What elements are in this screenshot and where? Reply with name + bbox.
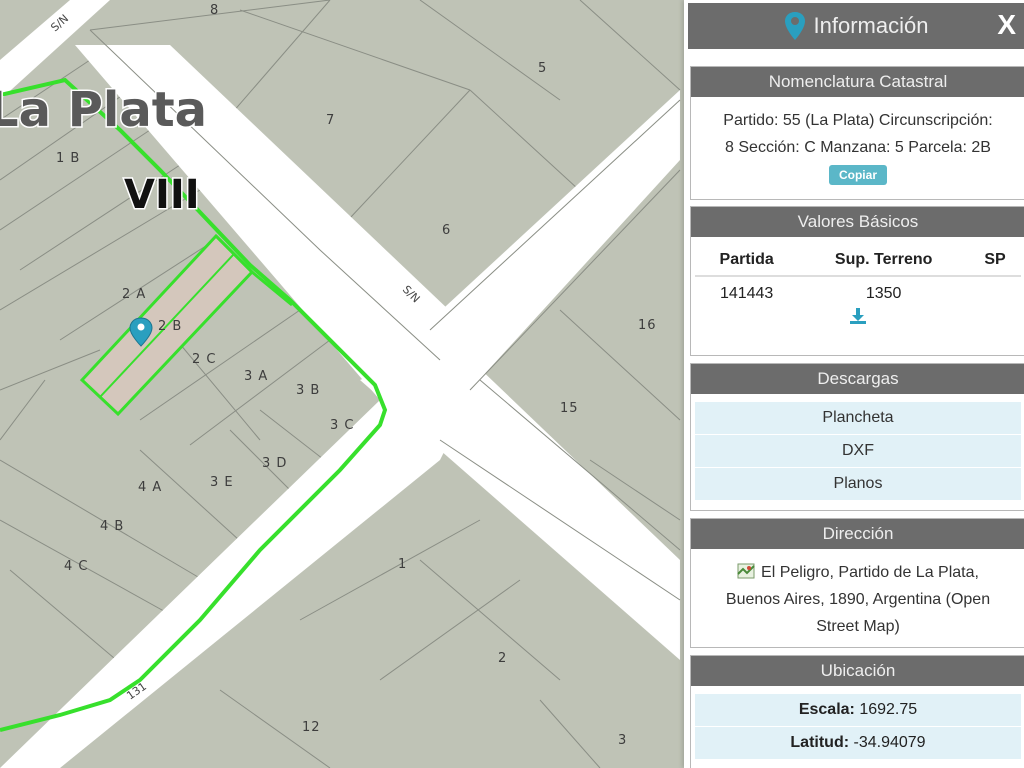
parcel-2[interactable]: 2 [498, 651, 507, 666]
escala-label: Escala: [798, 701, 855, 718]
latitud-row: Latitud: -34.94079 [695, 727, 1021, 760]
cell-sp [969, 276, 1021, 305]
parcel-5[interactable]: 5 [538, 61, 547, 76]
parcel-4a[interactable]: 4 A [138, 480, 162, 495]
parcel-16[interactable]: 16 [638, 318, 657, 333]
download-icon[interactable] [849, 307, 867, 325]
parcel-12[interactable]: 12 [302, 720, 321, 735]
direccion-line-2: Buenos Aires, 1890, Argentina (Open [725, 591, 991, 608]
parcel-1[interactable]: 1 [398, 557, 407, 572]
header-sup-terreno: Sup. Terreno [798, 241, 969, 277]
nomenclatura-line-1: Partido: 55 (La Plata) Circunscripción: [723, 112, 993, 129]
parcel-7[interactable]: 7 [326, 113, 335, 128]
parcel-6[interactable]: 6 [442, 223, 451, 238]
direccion-title: Dirección [691, 519, 1024, 549]
parcel-3a[interactable]: 3 A [244, 369, 268, 384]
latitud-label: Latitud: [790, 734, 850, 751]
parcel-1b[interactable]: 1 B [56, 151, 80, 166]
parcel-3[interactable]: 3 [618, 733, 627, 748]
download-dxf-button[interactable]: DXF [695, 435, 1021, 468]
map-icon[interactable] [737, 562, 755, 580]
copy-button[interactable]: Copiar [828, 165, 887, 185]
parcel-2c[interactable]: 2 C [192, 352, 216, 367]
parcel-3e[interactable]: 3 E [210, 475, 234, 490]
parcel-3d[interactable]: 3 D [262, 456, 287, 471]
panel-header: Información X [688, 3, 1024, 49]
cell-sup-terreno: 1350 [865, 285, 902, 302]
city-label: La Plata [0, 82, 207, 138]
nomenclatura-title: Nomenclatura Catastral [691, 67, 1024, 97]
header-sp: SP [969, 241, 1021, 277]
panel-title: Información [813, 13, 929, 38]
latitud-value: -34.94079 [853, 734, 926, 751]
valores-table: Partida Sup. Terreno SP 141443 1350 [695, 241, 1021, 305]
table-row: 141443 1350 [695, 276, 1021, 305]
circunscripcion-label: VIII [124, 172, 200, 218]
ubicacion-section: Ubicación Escala: 1692.75 Latitud: -34.9… [690, 655, 1024, 768]
valores-basicos-section: Valores Básicos Partida Sup. Terreno SP … [690, 206, 1024, 356]
map-pin-icon [784, 12, 805, 40]
descargas-title: Descargas [691, 364, 1024, 394]
direccion-section: Dirección El Peligro, Partido de La Plat… [690, 518, 1024, 648]
valores-basicos-title: Valores Básicos [691, 207, 1024, 237]
descargas-section: Descargas Plancheta DXF Planos [690, 363, 1024, 511]
parcel-3c[interactable]: 3 C [330, 418, 354, 433]
escala-row: Escala: 1692.75 [695, 694, 1021, 727]
info-panel: Información X Nomenclatura Catastral Par… [684, 0, 1024, 768]
download-plancheta-button[interactable]: Plancheta [695, 402, 1021, 435]
direccion-line-3: Street Map) [816, 618, 900, 635]
ubicacion-title: Ubicación [691, 656, 1024, 686]
parcel-8[interactable]: 8 [210, 3, 219, 18]
parcel-4b[interactable]: 4 B [100, 519, 124, 534]
escala-value: 1692.75 [859, 701, 918, 718]
nomenclatura-section: Nomenclatura Catastral Partido: 55 (La P… [690, 66, 1024, 200]
header-partida: Partida [695, 241, 799, 277]
cell-partida: 141443 [719, 285, 774, 302]
parcel-4c[interactable]: 4 C [64, 559, 88, 574]
close-icon[interactable]: X [997, 9, 1016, 41]
nomenclatura-line-2: 8 Sección: C Manzana: 5 Parcela: 2B [725, 139, 991, 156]
parcel-15[interactable]: 15 [560, 401, 579, 416]
parcel-3b[interactable]: 3 B [296, 383, 320, 398]
parcel-2b[interactable]: 2 B [158, 319, 182, 334]
direccion-line-1: El Peligro, Partido de La Plata, [761, 564, 979, 581]
parcel-2a[interactable]: 2 A [122, 287, 146, 302]
download-planos-button[interactable]: Planos [695, 468, 1021, 501]
